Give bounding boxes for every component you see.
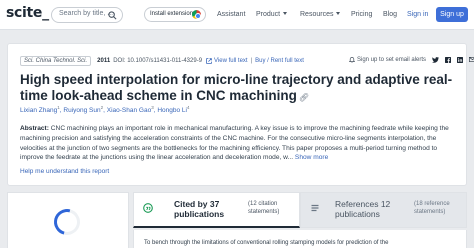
- top-nav: scite_ Search by title, ... Install exte…: [0, 0, 474, 30]
- search-icon[interactable]: [108, 11, 117, 20]
- author-link[interactable]: Lixian Zhang1: [20, 105, 60, 115]
- twitter-icon[interactable]: [432, 56, 440, 63]
- author-link[interactable]: Xiao-Shan Gao3: [106, 105, 154, 115]
- nav-item-blog[interactable]: Blog: [383, 11, 397, 18]
- email-alerts-link[interactable]: Sign up to set email alerts: [357, 57, 426, 63]
- author-sup: 4: [186, 105, 190, 110]
- loading-spinner: [49, 204, 85, 240]
- article-title-text: High speed interpolation for micro-line …: [20, 72, 453, 103]
- abstract-label: Abstract:: [20, 125, 49, 132]
- chevron-down-icon: [336, 12, 341, 15]
- separator: |: [250, 57, 253, 64]
- abstract-text: CNC machining plays an important role in…: [20, 125, 449, 162]
- author-name: Xiao-Shan Gao: [106, 107, 152, 115]
- link-icon[interactable]: 🔗︎: [299, 93, 309, 102]
- view-full-text-link[interactable]: View full text: [214, 58, 248, 64]
- author-sup: 1: [57, 105, 60, 110]
- citation-statement-preview: To bench through the limitations of conv…: [133, 230, 467, 248]
- facebook-icon[interactable]: [445, 56, 452, 63]
- citation-preview-text: To bench through the limitations of conv…: [144, 240, 389, 246]
- sign-up-button[interactable]: Sign up: [436, 7, 468, 22]
- reference-statements-count: (18 reference statements): [414, 201, 450, 215]
- author-name: Lixian Zhang: [20, 107, 58, 115]
- nav-item-pricing[interactable]: Pricing: [351, 11, 372, 18]
- author-name: Hongbo Li: [157, 107, 187, 115]
- nav-item-label: Assistant: [217, 11, 246, 18]
- abstract: Abstract: CNC machining plays an importa…: [20, 124, 460, 163]
- nav-item-label: Pricing: [351, 11, 373, 18]
- install-extension-button[interactable]: Install extension: [144, 7, 206, 22]
- tab-cited-by[interactable]: Cited by 37 publications (12 citation st…: [133, 192, 300, 228]
- article-meta: Sci. China Technol. Sci. 2011 DOI: 10.10…: [20, 55, 304, 66]
- scite-logo[interactable]: scite_: [6, 5, 49, 21]
- nav-item-product[interactable]: Product: [256, 11, 288, 18]
- external-link-icon: [206, 57, 212, 64]
- nav-item-label: Resources: [300, 11, 334, 18]
- doi-text: DOI: 10.1007/s11431-011-4329-9: [113, 57, 203, 64]
- linkedin-icon[interactable]: [457, 56, 464, 63]
- author-sup: 2: [100, 105, 104, 110]
- citation-tabs: Cited by 37 publications (12 citation st…: [133, 192, 467, 228]
- author-list: Lixian Zhang1, Ruiyong Sun2, Xiao-Shan G…: [20, 105, 190, 115]
- card-actions: Sign up to set email alerts: [349, 56, 474, 63]
- sign-in-link[interactable]: Sign in: [407, 11, 428, 18]
- nav-item-resources[interactable]: Resources: [300, 11, 341, 18]
- document-list-icon: [311, 204, 319, 212]
- help-understand-link[interactable]: Help me understand this report: [20, 168, 109, 175]
- citation-statements-count: (12 citation statements): [248, 201, 280, 215]
- nav-item-label: Blog: [383, 11, 398, 18]
- chrome-icon: [192, 10, 201, 19]
- article-card: Sci. China Technol. Sci. 2011 DOI: 10.10…: [7, 43, 474, 186]
- quote-bubble-icon: [143, 203, 153, 213]
- bell-icon: [349, 57, 355, 63]
- nav-item-label: Product: [256, 11, 281, 18]
- citation-chart-panel: [7, 192, 129, 248]
- search-input[interactable]: Search by title, ...: [51, 7, 123, 23]
- chevron-down-icon: [283, 12, 288, 15]
- references-count: References 12 publications: [335, 199, 391, 219]
- author-link[interactable]: Ruiyong Sun2: [63, 105, 104, 115]
- author-name: Ruiyong Sun: [63, 107, 101, 115]
- install-extension-label: Install extension: [150, 11, 194, 17]
- author-link[interactable]: Hongbo Li4: [157, 105, 190, 115]
- cited-by-count: Cited by 37 publications: [174, 199, 225, 219]
- nav-item-assistant[interactable]: Assistant: [217, 11, 245, 18]
- journal-badge[interactable]: Sci. China Technol. Sci.: [20, 55, 92, 66]
- search-placeholder: Search by title, ...: [59, 10, 114, 17]
- buy-rent-link[interactable]: Buy / Rent full text: [255, 58, 304, 64]
- publication-year: 2011: [97, 57, 111, 64]
- email-icon[interactable]: [469, 57, 474, 62]
- author-sup: 3: [151, 105, 154, 110]
- show-more-link[interactable]: Show more: [295, 154, 328, 161]
- tab-references[interactable]: References 12 publications (18 reference…: [300, 192, 467, 228]
- article-title: High speed interpolation for micro-line …: [20, 72, 456, 106]
